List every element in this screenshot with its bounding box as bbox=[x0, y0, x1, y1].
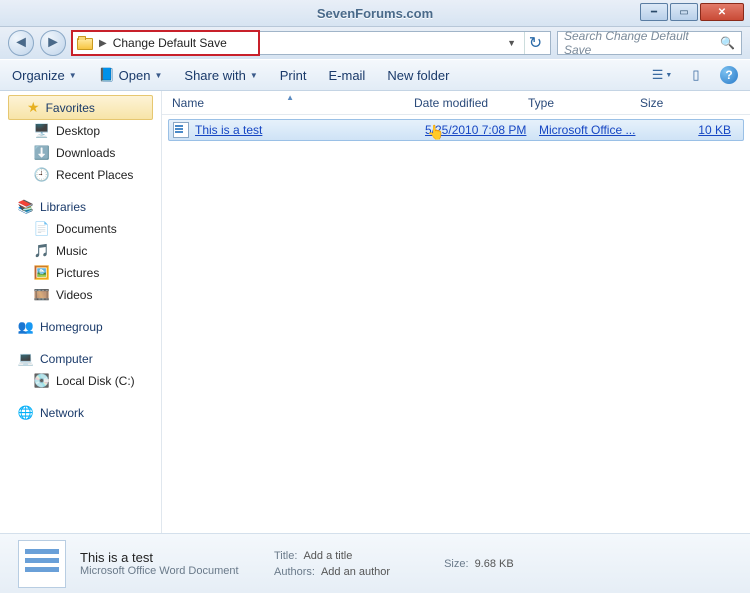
sidebar-item-videos[interactable]: 🎞️Videos bbox=[0, 284, 161, 306]
chevron-right-icon: ▶ bbox=[99, 38, 107, 49]
details-authors-key: Authors: bbox=[274, 566, 315, 578]
search-input[interactable]: Search Change Default Save 🔍 bbox=[557, 31, 742, 55]
column-headers: Name▲ Date modified Type Size bbox=[162, 91, 750, 115]
sidebar-item-downloads[interactable]: ⬇️Downloads bbox=[0, 142, 161, 164]
word-doc-icon bbox=[173, 122, 189, 138]
search-icon: 🔍 bbox=[720, 36, 735, 50]
documents-icon: 📄 bbox=[34, 221, 50, 237]
sidebar-computer[interactable]: 💻Computer bbox=[0, 348, 161, 370]
back-button[interactable]: ◄ bbox=[8, 30, 34, 56]
search-placeholder: Search Change Default Save bbox=[564, 29, 716, 57]
file-size: 10 KB bbox=[651, 123, 743, 137]
maximize-button[interactable]: ▭ bbox=[670, 3, 698, 21]
sidebar-network[interactable]: 🌐Network bbox=[0, 402, 161, 424]
sidebar-item-local-disk[interactable]: 💽Local Disk (C:) bbox=[0, 370, 161, 392]
sidebar-item-documents[interactable]: 📄Documents bbox=[0, 218, 161, 240]
col-date[interactable]: Date modified bbox=[414, 96, 528, 110]
view-menu[interactable]: ☰▼ bbox=[652, 66, 672, 84]
col-size[interactable]: Size bbox=[640, 96, 750, 110]
details-size-value: 9.68 KB bbox=[475, 558, 514, 570]
toolbar: Organize▼ 📘 Open▼ Share with▼ Print E-ma… bbox=[0, 59, 750, 91]
pictures-icon: 🖼️ bbox=[34, 265, 50, 281]
details-size-key: Size: bbox=[444, 558, 468, 570]
open-menu[interactable]: 📘 Open▼ bbox=[99, 67, 163, 83]
homegroup-icon: 👥 bbox=[18, 319, 34, 335]
details-subtitle: Microsoft Office Word Document bbox=[80, 565, 260, 577]
title-bar: SevenForums.com ━ ▭ ✕ bbox=[0, 0, 750, 27]
sidebar-item-desktop[interactable]: 🖥️Desktop bbox=[0, 120, 161, 142]
disk-icon: 💽 bbox=[34, 373, 50, 389]
forward-button[interactable]: ► bbox=[40, 30, 66, 56]
title-bar-text: SevenForums.com bbox=[317, 6, 433, 21]
nav-bar: ◄ ► ▶ Change Default Save ▼ ↻ Search Cha… bbox=[0, 27, 750, 59]
details-title: This is a test bbox=[80, 550, 260, 565]
address-bar[interactable]: ▶ Change Default Save ▼ ↻ bbox=[72, 31, 551, 55]
sidebar: ★Favorites 🖥️Desktop ⬇️Downloads 🕘Recent… bbox=[0, 91, 162, 533]
file-name: This is a test bbox=[195, 123, 425, 137]
file-type: Microsoft Office ... bbox=[539, 123, 651, 137]
sort-asc-icon: ▲ bbox=[286, 93, 294, 102]
network-icon: 🌐 bbox=[18, 405, 34, 421]
word-icon: 📘 bbox=[99, 67, 115, 83]
details-title-key: Title: bbox=[274, 550, 297, 562]
file-date: 5/25/2010 7:08 PM bbox=[425, 123, 539, 137]
email-button[interactable]: E-mail bbox=[328, 68, 365, 83]
details-title-value[interactable]: Add a title bbox=[303, 550, 352, 562]
sidebar-item-pictures[interactable]: 🖼️Pictures bbox=[0, 262, 161, 284]
address-path: Change Default Save bbox=[113, 36, 227, 50]
preview-pane-button[interactable]: ▯ bbox=[686, 66, 706, 84]
computer-icon: 💻 bbox=[18, 351, 34, 367]
refresh-button[interactable]: ↻ bbox=[524, 32, 546, 54]
videos-icon: 🎞️ bbox=[34, 287, 50, 303]
sidebar-favorites[interactable]: ★Favorites bbox=[8, 95, 153, 120]
minimize-button[interactable]: ━ bbox=[640, 3, 668, 21]
libraries-icon: 📚 bbox=[18, 199, 34, 215]
sidebar-homegroup[interactable]: 👥Homegroup bbox=[0, 316, 161, 338]
file-list-pane: Name▲ Date modified Type Size This is a … bbox=[162, 91, 750, 533]
share-menu[interactable]: Share with▼ bbox=[184, 68, 257, 83]
address-dropdown-icon[interactable]: ▼ bbox=[503, 38, 520, 48]
star-icon: ★ bbox=[27, 99, 40, 116]
new-folder-button[interactable]: New folder bbox=[387, 68, 449, 83]
recent-icon: 🕘 bbox=[34, 167, 50, 183]
sidebar-libraries[interactable]: 📚Libraries bbox=[0, 196, 161, 218]
file-row[interactable]: This is a test 5/25/2010 7:08 PM Microso… bbox=[168, 119, 744, 141]
sidebar-item-music[interactable]: 🎵Music bbox=[0, 240, 161, 262]
sidebar-item-recent[interactable]: 🕘Recent Places bbox=[0, 164, 161, 186]
help-button[interactable]: ? bbox=[720, 66, 738, 84]
print-button[interactable]: Print bbox=[280, 68, 307, 83]
details-pane: This is a test Microsoft Office Word Doc… bbox=[0, 533, 750, 593]
details-authors-value[interactable]: Add an author bbox=[321, 566, 390, 578]
organize-menu[interactable]: Organize▼ bbox=[12, 68, 77, 83]
details-file-icon bbox=[18, 540, 66, 588]
col-name[interactable]: Name▲ bbox=[172, 96, 414, 110]
music-icon: 🎵 bbox=[34, 243, 50, 259]
downloads-icon: ⬇️ bbox=[34, 145, 50, 161]
desktop-icon: 🖥️ bbox=[34, 123, 50, 139]
folder-icon bbox=[77, 36, 93, 50]
col-type[interactable]: Type bbox=[528, 96, 640, 110]
close-button[interactable]: ✕ bbox=[700, 3, 744, 21]
